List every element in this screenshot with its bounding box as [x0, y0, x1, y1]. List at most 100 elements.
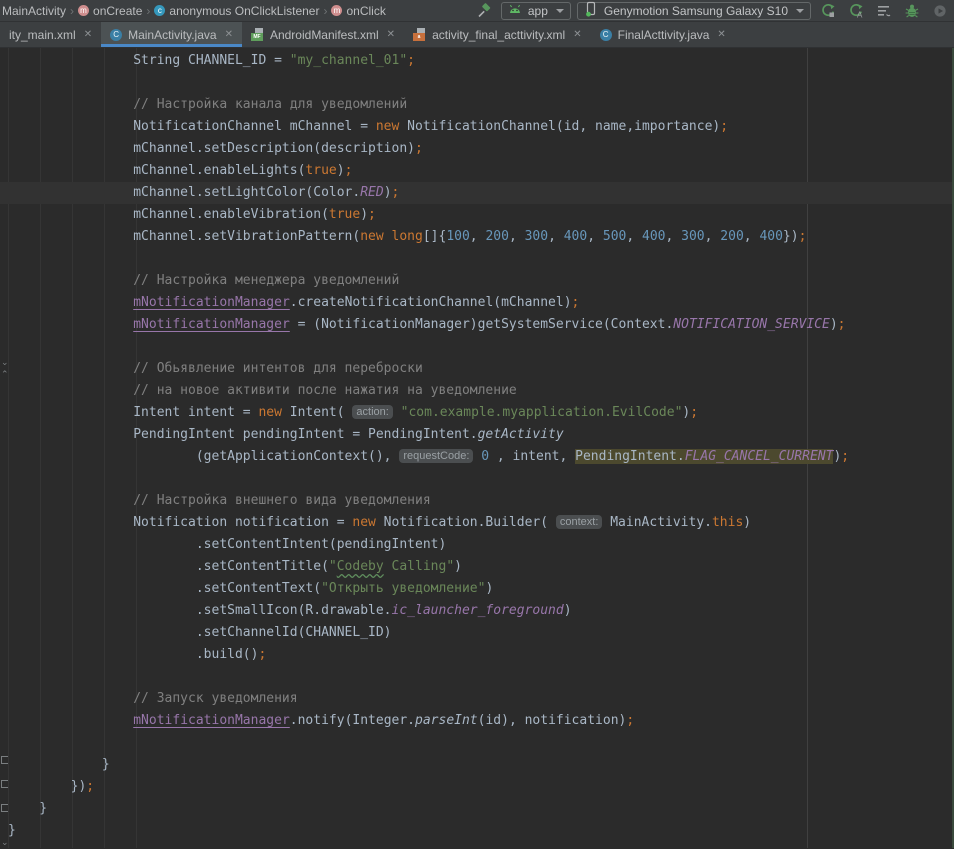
code-token: ,: [705, 229, 721, 244]
fold-marker-icon[interactable]: [1, 804, 8, 812]
code-token: }: [8, 801, 47, 816]
method-icon: m: [78, 5, 89, 16]
build-hammer-icon[interactable]: [473, 1, 495, 21]
code-line[interactable]: PendingIntent pendingIntent = PendingInt…: [0, 424, 954, 446]
code-line[interactable]: mChannel.enableVibration(true);: [0, 204, 954, 226]
code-line[interactable]: mNotificationManager.notify(Integer.pars…: [0, 710, 954, 732]
code-token: ;: [392, 185, 400, 200]
breadcrumb-item[interactable]: MainActivity: [2, 4, 66, 18]
run-configurations-icon[interactable]: [873, 1, 895, 21]
code-line[interactable]: .setContentIntent(pendingIntent): [0, 534, 954, 556]
code-line[interactable]: Notification notification = new Notifica…: [0, 512, 954, 534]
breadcrumb-item[interactable]: canonymous OnClickListener: [154, 4, 319, 18]
code-line[interactable]: [0, 732, 954, 754]
close-tab-icon[interactable]: ✕: [387, 30, 395, 40]
code-token: "com.example.myapplication.EvilCode": [401, 405, 683, 420]
code-token: ,: [626, 229, 642, 244]
module-selector-label: app: [528, 4, 548, 18]
editor-tab-bar: ity_main.xml✕CMainActivity.java✕MFAndroi…: [0, 22, 954, 48]
code-line[interactable]: // Обьявление интентов для переброски: [0, 358, 954, 380]
apply-code-changes-icon[interactable]: A: [845, 1, 867, 21]
fold-marker-icon[interactable]: ⌄: [1, 838, 9, 846]
tab-androidmanifest-xml[interactable]: MFAndroidManifest.xml✕: [242, 22, 404, 47]
code-line[interactable]: [0, 248, 954, 270]
profiler-icon[interactable]: [929, 1, 951, 21]
code-line[interactable]: [0, 336, 954, 358]
code-token: []{: [423, 229, 446, 244]
debug-icon[interactable]: [901, 1, 923, 21]
code-token: }): [8, 779, 86, 794]
parameter-hint: action:: [352, 405, 392, 419]
close-tab-icon[interactable]: ✕: [573, 30, 581, 40]
code-line[interactable]: .setSmallIcon(R.drawable.ic_launcher_for…: [0, 600, 954, 622]
manifest-badge: MF: [251, 33, 263, 41]
code-token: .setSmallIcon(R.drawable.: [8, 603, 392, 618]
chevron-down-icon: [796, 9, 804, 13]
tab-activity-final-acttivity-xml[interactable]: a activity_final_acttivity.xml ✕: [404, 22, 591, 47]
code-token: PendingIntent pendingIntent = PendingInt…: [8, 427, 478, 442]
code-area[interactable]: String CHANNEL_ID = "my_channel_01"; // …: [0, 50, 954, 842]
method-icon: m: [331, 5, 342, 16]
xml-layout-file-icon: a: [413, 28, 426, 41]
breadcrumb-item[interactable]: monClick: [331, 4, 385, 18]
code-token: [8, 295, 133, 310]
apply-changes-icon[interactable]: [817, 1, 839, 21]
code-token: 300: [525, 229, 548, 244]
code-line[interactable]: [0, 72, 954, 94]
device-selector[interactable]: Genymotion Samsung Galaxy S10: [577, 2, 811, 20]
breadcrumb-separator: ›: [69, 4, 75, 18]
code-line[interactable]: mNotificationManager.createNotificationC…: [0, 292, 954, 314]
code-token: Codeby: [337, 559, 384, 574]
tab-finalacttivity-java[interactable]: CFinalActtivity.java✕: [591, 22, 735, 47]
code-editor[interactable]: String CHANNEL_ID = "my_channel_01"; // …: [0, 48, 954, 848]
breadcrumb-item[interactable]: monCreate: [78, 4, 142, 18]
code-token: ;: [838, 317, 846, 332]
code-token: [384, 229, 392, 244]
close-tab-icon[interactable]: ✕: [225, 30, 233, 40]
code-line[interactable]: .setChannelId(CHANNEL_ID): [0, 622, 954, 644]
code-line[interactable]: NotificationChannel mChannel = new Notif…: [0, 116, 954, 138]
code-line[interactable]: // Настройка канала для уведомлений: [0, 94, 954, 116]
code-token: ): [830, 317, 838, 332]
code-line[interactable]: // Настройка менеджера уведомлений: [0, 270, 954, 292]
code-line[interactable]: .build();: [0, 644, 954, 666]
code-token: ;: [407, 53, 415, 68]
fold-marker-icon[interactable]: ⌃: [1, 370, 9, 378]
code-token: mChannel.enableVibration(: [8, 207, 329, 222]
code-line[interactable]: // Настройка внешнего вида уведомления: [0, 490, 954, 512]
tab-ity-main-xml[interactable]: ity_main.xml✕: [0, 22, 101, 47]
code-line[interactable]: }: [0, 798, 954, 820]
code-line[interactable]: String CHANNEL_ID = "my_channel_01";: [0, 50, 954, 72]
code-token: // Настройка внешнего вида уведомления: [8, 493, 431, 508]
code-line[interactable]: [0, 468, 954, 490]
code-line[interactable]: (getApplicationContext(), requestCode: 0…: [0, 446, 954, 468]
code-line[interactable]: mNotificationManager = (NotificationMana…: [0, 314, 954, 336]
code-line[interactable]: mChannel.setDescription(description);: [0, 138, 954, 160]
tab-label: activity_final_acttivity.xml: [432, 28, 565, 42]
code-line[interactable]: mChannel.setLightColor(Color.RED);: [0, 182, 954, 204]
module-selector[interactable]: app: [501, 2, 571, 20]
code-line[interactable]: // на новое активити после нажатия на ув…: [0, 380, 954, 402]
close-tab-icon[interactable]: ✕: [84, 30, 92, 40]
code-line[interactable]: // Запуск уведомления: [0, 688, 954, 710]
code-line[interactable]: .setContentTitle("Codeby Calling"): [0, 556, 954, 578]
fold-marker-icon[interactable]: [1, 756, 8, 764]
code-line[interactable]: Intent intent = new Intent( action: "com…: [0, 402, 954, 424]
fold-marker-icon[interactable]: ⌄: [1, 358, 9, 366]
code-token: = (NotificationManager)getSystemService(…: [290, 317, 674, 332]
code-token: mChannel.setDescription(description): [8, 141, 415, 156]
code-token: true: [305, 163, 336, 178]
code-line[interactable]: .setContentText("Открыть уведомление"): [0, 578, 954, 600]
code-token: .setContentText(: [8, 581, 321, 596]
code-line[interactable]: }: [0, 820, 954, 842]
code-line[interactable]: [0, 666, 954, 688]
code-token: new: [360, 229, 383, 244]
code-line[interactable]: }: [0, 754, 954, 776]
close-tab-icon[interactable]: ✕: [717, 30, 725, 40]
tab-mainactivity-java[interactable]: CMainActivity.java✕: [101, 22, 242, 47]
code-line[interactable]: mChannel.enableLights(true);: [0, 160, 954, 182]
fold-marker-icon[interactable]: [1, 780, 8, 788]
code-line[interactable]: });: [0, 776, 954, 798]
code-token: mChannel.setVibrationPattern(: [8, 229, 360, 244]
code-line[interactable]: mChannel.setVibrationPattern(new long[]{…: [0, 226, 954, 248]
